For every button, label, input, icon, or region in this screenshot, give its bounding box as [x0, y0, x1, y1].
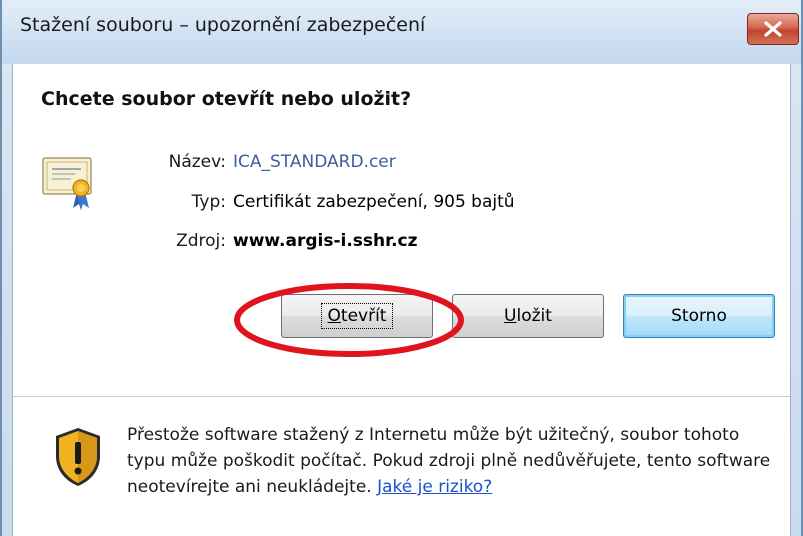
name-label: Název: — [168, 152, 226, 172]
source-label: Zdroj: — [176, 231, 226, 251]
dialog-question: Chcete soubor otevřít nebo uložit? — [41, 88, 412, 110]
close-button[interactable] — [747, 13, 799, 45]
save-button[interactable]: Uložit — [452, 294, 604, 338]
type-label: Typ: — [191, 192, 226, 212]
title-bar[interactable]: Stažení souboru – upozornění zabezpečení — [2, 0, 801, 64]
file-type-value: Certifikát zabezpečení, 905 bajtů — [233, 192, 515, 212]
shield-warning-icon — [56, 428, 100, 486]
security-warning-text: Přestože software stažený z Internetu mů… — [127, 422, 777, 500]
file-name-value: ICA_STANDARD.cer — [233, 152, 396, 172]
open-label-rest: tevřít — [340, 306, 387, 326]
save-accel-key: U — [504, 306, 517, 326]
open-accel-key: O — [327, 306, 341, 326]
open-button[interactable]: Otevřít — [281, 294, 433, 338]
download-dialog-window: Stažení souboru – upozornění zabezpečení… — [0, 0, 803, 536]
save-button-label: Uložit — [504, 306, 552, 326]
cancel-button-label: Storno — [671, 306, 727, 326]
certificate-icon — [42, 157, 92, 210]
file-source-value: www.argis-i.sshr.cz — [233, 231, 418, 251]
dialog-content: Chcete soubor otevřít nebo uložit? Název… — [12, 64, 791, 536]
close-icon — [764, 21, 782, 37]
cancel-button[interactable]: Storno — [623, 294, 775, 338]
risk-link[interactable]: Jaké je riziko? — [377, 477, 492, 497]
save-label-rest: ložit — [516, 306, 552, 326]
window-title: Stažení souboru – upozornění zabezpečení — [20, 14, 426, 36]
open-button-label: Otevřít — [320, 303, 394, 329]
